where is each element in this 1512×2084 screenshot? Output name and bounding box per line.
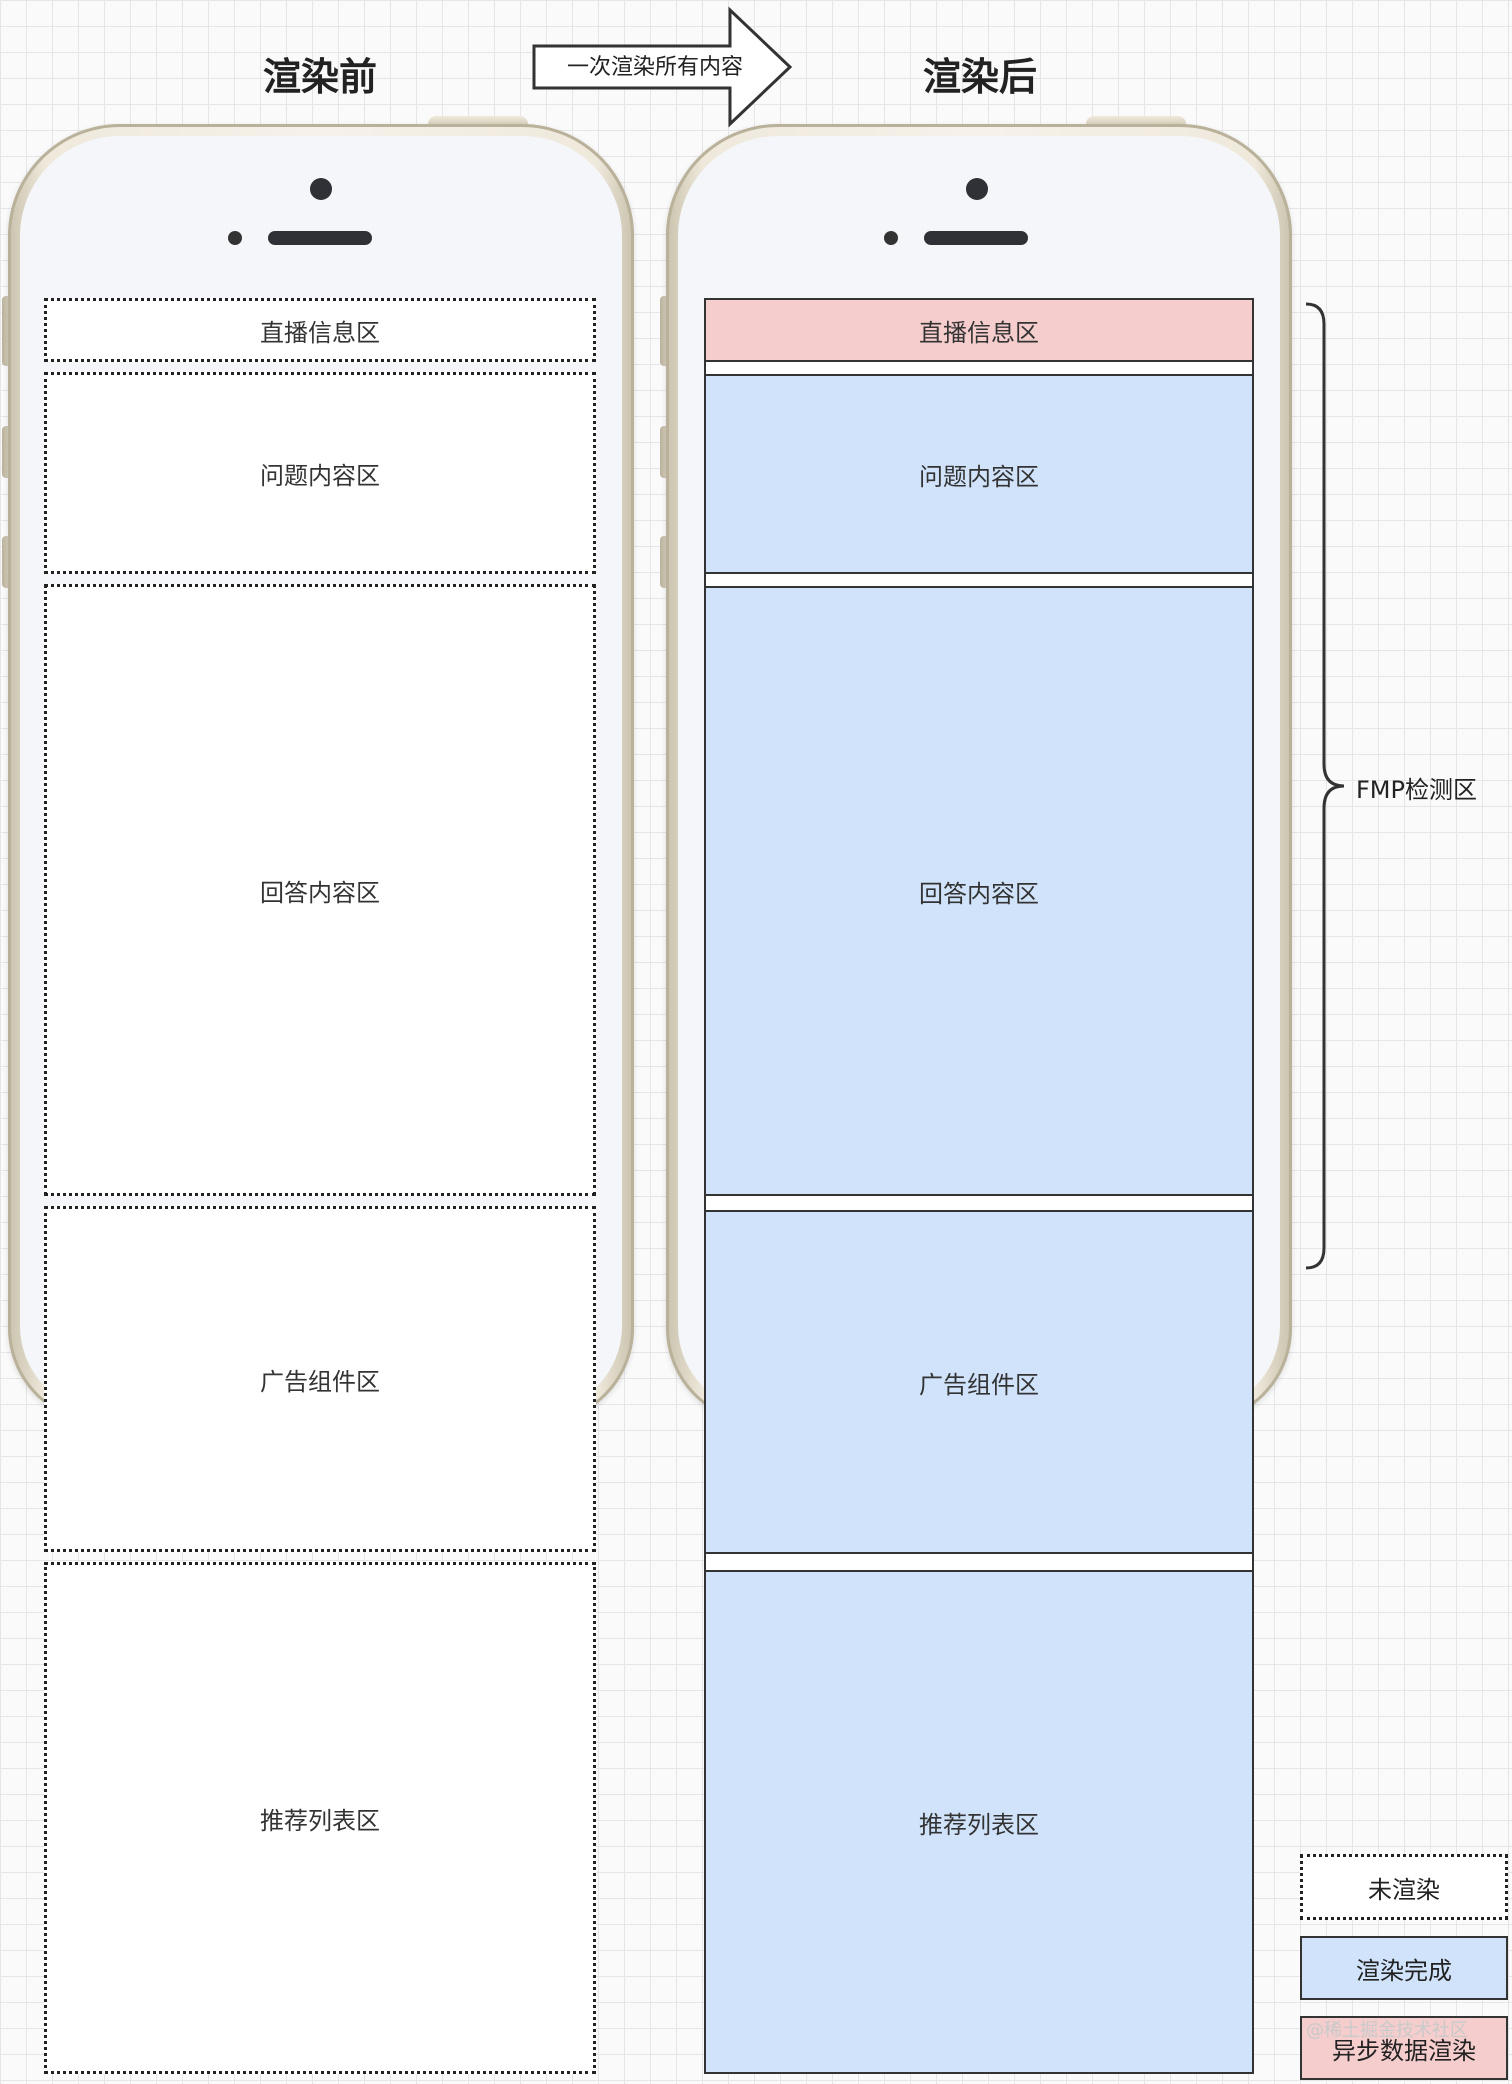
section-label: 直播信息区 (919, 318, 1039, 347)
left-live-info-section: 直播信息区 (44, 298, 596, 362)
right-camera-icon (966, 178, 988, 200)
left-sensor-icon (228, 231, 242, 245)
section-label: 问题内容区 (919, 462, 1039, 491)
right-brace-icon (1305, 302, 1345, 1270)
left-answer-section: 回答内容区 (44, 584, 596, 1196)
legend-not-rendered: 未渲染 (1300, 1854, 1508, 1920)
right-answer-section: 回答内容区 (704, 586, 1254, 1196)
legend-label: 未渲染 (1368, 1875, 1440, 1904)
fmp-label: FMP检测区 (1356, 776, 1477, 804)
legend-rendered: 渲染完成 (1300, 1936, 1508, 2000)
right-recommend-section: 推荐列表区 (704, 1570, 1254, 2074)
left-question-section: 问题内容区 (44, 372, 596, 574)
legend-label: 渲染完成 (1356, 1956, 1452, 1985)
left-recommend-section: 推荐列表区 (44, 1562, 596, 2074)
section-label: 回答内容区 (919, 879, 1039, 908)
title-before: 渲染前 (262, 55, 377, 99)
section-label: 回答内容区 (260, 878, 380, 907)
section-label: 广告组件区 (919, 1370, 1039, 1399)
section-label: 问题内容区 (260, 461, 380, 490)
right-question-section: 问题内容区 (704, 374, 1254, 574)
arrow-label: 一次渲染所有内容 (566, 55, 743, 80)
watermark: @稀土掘金技术社区 (1306, 2020, 1468, 2041)
title-after: 渲染后 (922, 55, 1037, 99)
section-label: 推荐列表区 (260, 1806, 380, 1835)
left-speaker-icon (268, 231, 372, 245)
right-ad-section: 广告组件区 (704, 1210, 1254, 1554)
section-label: 广告组件区 (260, 1367, 380, 1396)
section-label: 直播信息区 (260, 318, 380, 347)
left-ad-section: 广告组件区 (44, 1206, 596, 1552)
right-speaker-icon (924, 231, 1028, 245)
right-sensor-icon (884, 231, 898, 245)
section-label: 推荐列表区 (919, 1810, 1039, 1839)
right-live-info-section: 直播信息区 (704, 298, 1254, 362)
left-camera-icon (310, 178, 332, 200)
